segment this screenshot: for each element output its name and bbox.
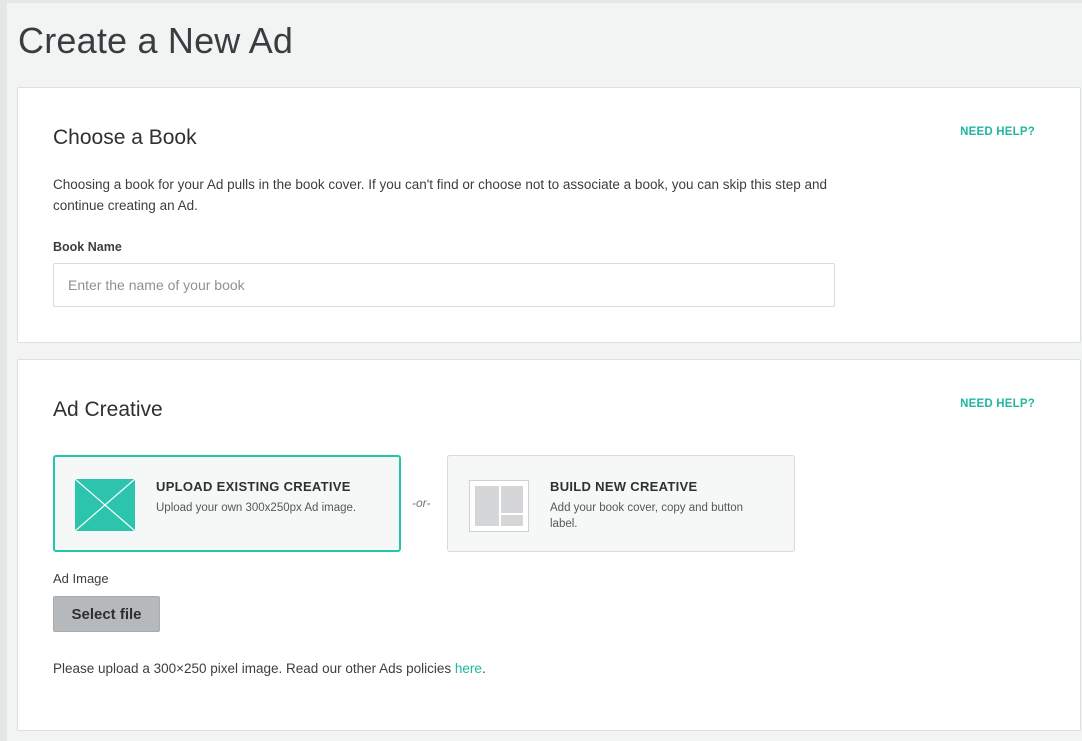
ad-creative-card: Ad Creative NEED HELP? UPLOAD EXISTING C… [17, 359, 1081, 731]
need-help-link[interactable]: NEED HELP? [960, 398, 1035, 410]
choose-book-card: Choose a Book NEED HELP? Choosing a book… [17, 87, 1081, 343]
image-placeholder-icon [74, 478, 136, 532]
choose-book-title: Choose a Book [53, 126, 197, 149]
build-option-title: BUILD NEW CREATIVE [550, 479, 698, 494]
policy-text-end: . [481, 661, 486, 676]
build-new-creative-option[interactable]: BUILD NEW CREATIVE Add your book cover, … [447, 455, 795, 552]
layout-template-icon [469, 480, 529, 532]
upload-option-subtitle: Upload your own 300x250px Ad image. [156, 502, 357, 514]
policy-text: Please upload a 300×250 pixel image. Rea… [53, 661, 486, 676]
upload-existing-creative-option[interactable]: UPLOAD EXISTING CREATIVE Upload your own… [53, 455, 401, 552]
policy-text-main: Please upload a 300×250 pixel image. Rea… [53, 661, 455, 676]
choose-book-description: Choosing a book for your Ad pulls in the… [53, 177, 828, 213]
book-name-label: Book Name [53, 240, 122, 254]
page-title: Create a New Ad [18, 20, 294, 61]
upload-option-title: UPLOAD EXISTING CREATIVE [156, 479, 351, 494]
left-edge [0, 0, 7, 741]
need-help-link[interactable]: NEED HELP? [960, 126, 1035, 138]
top-edge [0, 0, 1082, 3]
build-option-subtitle: Add your book cover, copy and button lab… [550, 502, 744, 530]
book-name-input[interactable] [53, 263, 835, 307]
ad-creative-title: Ad Creative [53, 398, 163, 421]
policy-here-link[interactable]: here [455, 661, 482, 676]
or-separator: -or- [412, 496, 431, 510]
ad-image-label: Ad Image [53, 571, 109, 586]
select-file-button[interactable]: Select file [53, 596, 160, 632]
